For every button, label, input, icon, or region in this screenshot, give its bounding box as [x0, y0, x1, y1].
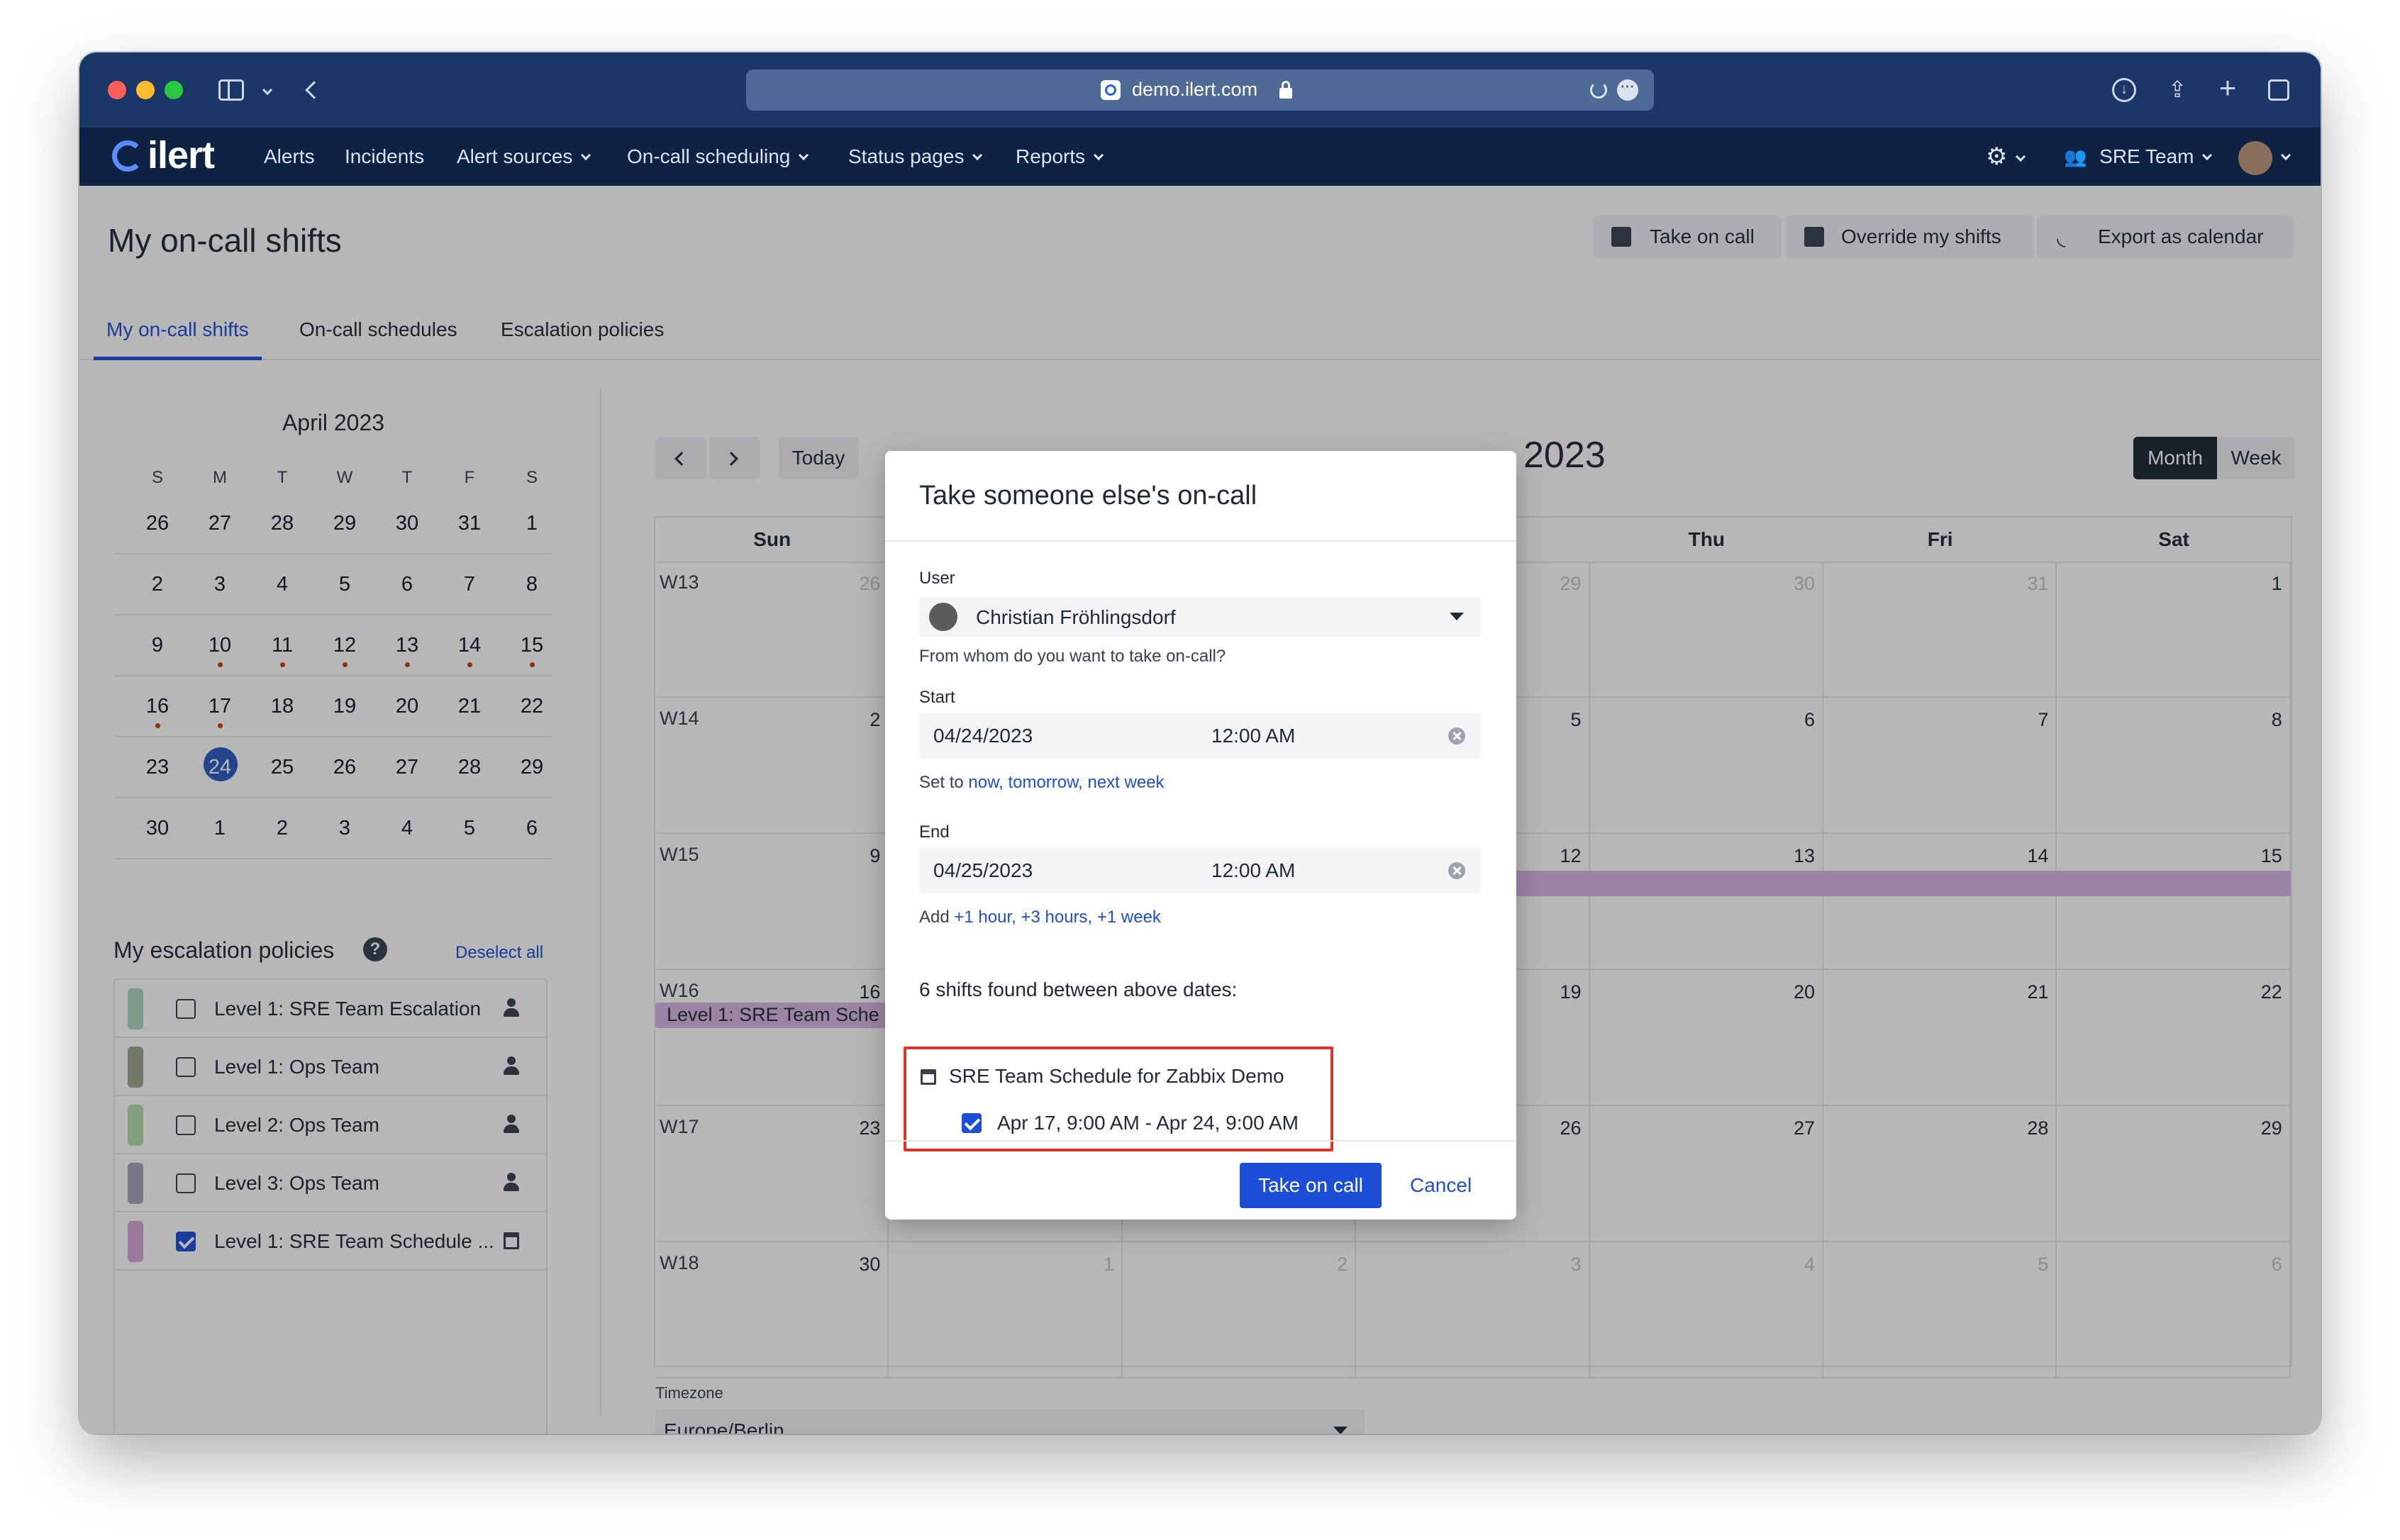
nav-status-pages-label: Status pages — [848, 145, 965, 167]
nav-status-pages[interactable]: Status pages — [848, 128, 983, 186]
user-avatar — [929, 603, 957, 631]
chevron-down-icon[interactable] — [262, 84, 273, 96]
start-label: Start — [919, 688, 955, 707]
dialog-footer-divider — [885, 1140, 1516, 1142]
set-next-week-link[interactable]: next week — [1087, 773, 1164, 792]
end-time-value[interactable]: 12:00 AM — [1211, 859, 1295, 882]
avatar — [2238, 140, 2272, 175]
app-navbar: ilert Alerts Incidents Alert sources On-… — [79, 128, 2321, 186]
logo-icon[interactable] — [112, 140, 143, 172]
zoom-window-button[interactable] — [165, 81, 183, 99]
team-name: SRE Team — [2099, 145, 2194, 167]
caret-down-icon — [1450, 613, 1464, 620]
start-time-value[interactable]: 12:00 AM — [1211, 725, 1295, 747]
take-on-call-submit-button[interactable]: Take on call — [1240, 1163, 1382, 1208]
user-select-value: Christian Fröhlingsdorf — [976, 606, 1176, 628]
set-now-link[interactable]: now, — [968, 773, 1003, 792]
start-help-prefix: Set to — [919, 773, 964, 792]
start-datetime-input[interactable]: 04/24/2023 12:00 AM — [919, 713, 1481, 759]
add-3-hours-link[interactable]: +3 hours, — [1021, 908, 1092, 927]
url-text: demo.ilert.com — [1132, 79, 1258, 100]
cancel-button[interactable]: Cancel — [1410, 1163, 1472, 1208]
settings-menu[interactable]: ⚙ — [1986, 128, 2026, 186]
chevron-down-icon — [972, 150, 983, 161]
add-1-week-link[interactable]: +1 week — [1097, 908, 1161, 927]
tabs-overview-icon[interactable] — [2268, 79, 2289, 101]
chevron-down-icon — [1093, 150, 1104, 161]
page-content: My on-call shifts Take on call Override … — [79, 186, 2321, 1434]
user-menu[interactable] — [2238, 128, 2291, 186]
download-icon[interactable]: ↓ — [2112, 78, 2136, 102]
nav-incidents[interactable]: Incidents — [345, 128, 424, 186]
lock-shackle-icon — [1282, 81, 1290, 90]
nav-alerts[interactable]: Alerts — [264, 128, 315, 186]
end-help-prefix: Add — [919, 908, 950, 927]
clear-start-icon[interactable] — [1448, 727, 1465, 744]
more-icon[interactable]: ··· — [1617, 79, 1638, 101]
minimize-window-button[interactable] — [136, 81, 155, 99]
back-icon[interactable] — [305, 81, 323, 99]
logo-text[interactable]: ilert — [148, 133, 215, 177]
share-icon[interactable]: ⇪ — [2167, 78, 2187, 102]
gear-icon: ⚙ — [1986, 143, 2008, 170]
end-datetime-input[interactable]: 04/25/2023 12:00 AM — [919, 848, 1481, 893]
add-1-hour-link[interactable]: +1 hour, — [954, 908, 1016, 927]
set-tomorrow-link[interactable]: tomorrow, — [1008, 773, 1082, 792]
chevron-down-icon — [799, 150, 809, 161]
close-window-button[interactable] — [108, 81, 126, 99]
address-bar[interactable]: demo.ilert.com ··· — [746, 69, 1654, 111]
site-favicon-icon — [1101, 80, 1121, 100]
schedule-highlight: SRE Team Schedule for Zabbix Demo Apr 17… — [904, 1047, 1333, 1151]
chevron-down-icon — [581, 150, 591, 161]
user-help-text: From whom do you want to take on-call? — [919, 647, 1226, 666]
reload-icon[interactable] — [1590, 82, 1607, 99]
nav-reports-label: Reports — [1016, 145, 1086, 167]
dialog-title: Take someone else's on-call — [919, 481, 1257, 510]
browser-titlebar: demo.ilert.com ··· ↓ ⇪ + — [79, 52, 2321, 128]
nav-alert-sources[interactable]: Alert sources — [457, 128, 591, 186]
shifts-found-text: 6 shifts found between above dates: — [919, 978, 1238, 1000]
end-help: Add +1 hour, +3 hours, +1 week — [919, 908, 1161, 927]
start-help: Set to now, tomorrow, next week — [919, 773, 1165, 793]
user-label: User — [919, 569, 955, 588]
chevron-down-icon — [2280, 150, 2291, 161]
nav-alert-sources-label: Alert sources — [457, 145, 573, 167]
sidebar-toggle-icon[interactable] — [218, 79, 244, 101]
chevron-down-icon — [2202, 150, 2213, 161]
nav-on-call-scheduling[interactable]: On-call scheduling — [627, 128, 809, 186]
nav-on-call-scheduling-label: On-call scheduling — [627, 145, 791, 167]
shift-checkbox[interactable] — [962, 1113, 982, 1133]
user-select[interactable]: Christian Fröhlingsdorf — [919, 597, 1481, 637]
browser-window: demo.ilert.com ··· ↓ ⇪ + ilert Alerts In… — [79, 52, 2321, 1434]
clear-end-icon[interactable] — [1448, 862, 1465, 879]
shift-range[interactable]: Apr 17, 9:00 AM - Apr 24, 9:00 AM — [997, 1112, 1299, 1134]
take-on-call-dialog: Take someone else's on-call User Christi… — [885, 451, 1516, 1220]
start-date-value[interactable]: 04/24/2023 — [933, 725, 1033, 747]
take-on-call-submit-label: Take on call — [1258, 1174, 1363, 1196]
new-tab-icon[interactable]: + — [2217, 73, 2238, 103]
calendar-icon — [921, 1069, 936, 1085]
chevron-down-icon — [2016, 151, 2026, 162]
dialog-header-divider — [885, 540, 1516, 542]
end-label: End — [919, 822, 950, 842]
schedule-name: SRE Team Schedule for Zabbix Demo — [949, 1065, 1284, 1087]
nav-reports[interactable]: Reports — [1016, 128, 1104, 186]
users-icon: 👥 — [2064, 146, 2087, 167]
team-menu[interactable]: 👥 SRE Team — [2064, 128, 2213, 186]
end-date-value[interactable]: 04/25/2023 — [933, 859, 1033, 882]
